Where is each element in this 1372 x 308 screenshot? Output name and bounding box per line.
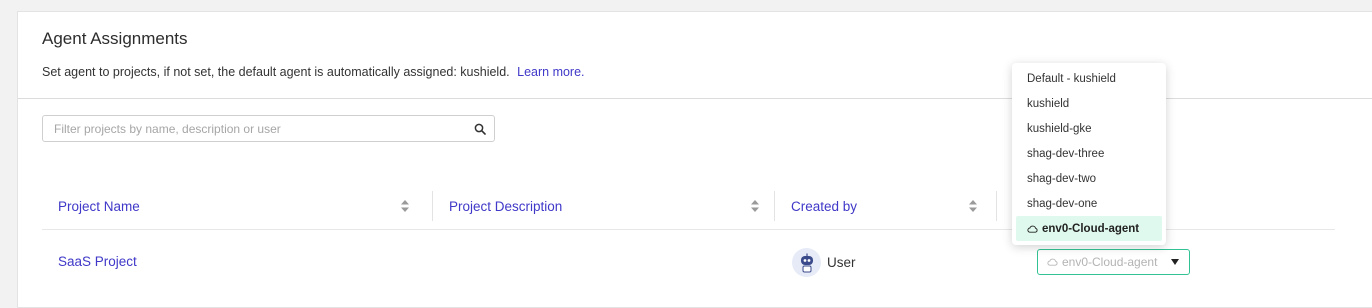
page-title: Agent Assignments bbox=[42, 29, 188, 48]
cloud-icon bbox=[1027, 225, 1038, 233]
divider bbox=[18, 98, 1372, 99]
learn-more-link[interactable]: Learn more. bbox=[517, 65, 584, 79]
robot-avatar-icon bbox=[792, 248, 821, 277]
sort-icon[interactable] bbox=[400, 199, 410, 213]
caret-down-icon[interactable] bbox=[1171, 259, 1179, 265]
agent-option[interactable]: kushield bbox=[1012, 91, 1166, 116]
panel-subtitle: Set agent to projects, if not set, the d… bbox=[42, 65, 585, 79]
column-separator bbox=[996, 191, 997, 221]
column-label: Created by bbox=[791, 198, 858, 214]
agent-option[interactable]: kushield-gke bbox=[1012, 116, 1166, 141]
subtitle-text: Set agent to projects, if not set, the d… bbox=[42, 65, 510, 79]
agent-option[interactable]: shag-dev-three bbox=[1012, 141, 1166, 166]
agent-select-value: env0-Cloud-agent bbox=[1062, 255, 1158, 269]
search-icon[interactable] bbox=[466, 123, 494, 135]
search-input[interactable] bbox=[43, 116, 466, 141]
agent-option-selected[interactable]: env0-Cloud-agent bbox=[1016, 216, 1162, 241]
column-label: Project Description bbox=[449, 198, 563, 214]
column-separator bbox=[432, 191, 433, 221]
project-name-link[interactable]: SaaS Project bbox=[58, 254, 137, 269]
agent-option[interactable]: shag-dev-two bbox=[1012, 166, 1166, 191]
search-box bbox=[42, 115, 495, 142]
agent-option[interactable]: Default - kushield bbox=[1012, 66, 1166, 91]
column-header-project-name[interactable]: Project Name bbox=[58, 182, 418, 230]
agent-select[interactable]: env0-Cloud-agent bbox=[1037, 249, 1190, 275]
agent-option-label: env0-Cloud-agent bbox=[1042, 222, 1140, 235]
created-by-user: User bbox=[827, 255, 856, 270]
sort-icon[interactable] bbox=[750, 199, 760, 213]
sort-icon[interactable] bbox=[968, 199, 978, 213]
column-label: Project Name bbox=[58, 198, 140, 214]
column-separator bbox=[774, 191, 775, 221]
cloud-icon bbox=[1047, 258, 1058, 266]
agent-dropdown-menu: Default - kushield kushield kushield-gke… bbox=[1012, 63, 1166, 245]
agent-assignments-panel: Agent Assignments Set agent to projects,… bbox=[17, 11, 1372, 308]
agent-option[interactable]: shag-dev-one bbox=[1012, 191, 1166, 216]
column-header-created-by[interactable]: Created by bbox=[791, 182, 986, 230]
column-header-project-description[interactable]: Project Description bbox=[449, 182, 768, 230]
